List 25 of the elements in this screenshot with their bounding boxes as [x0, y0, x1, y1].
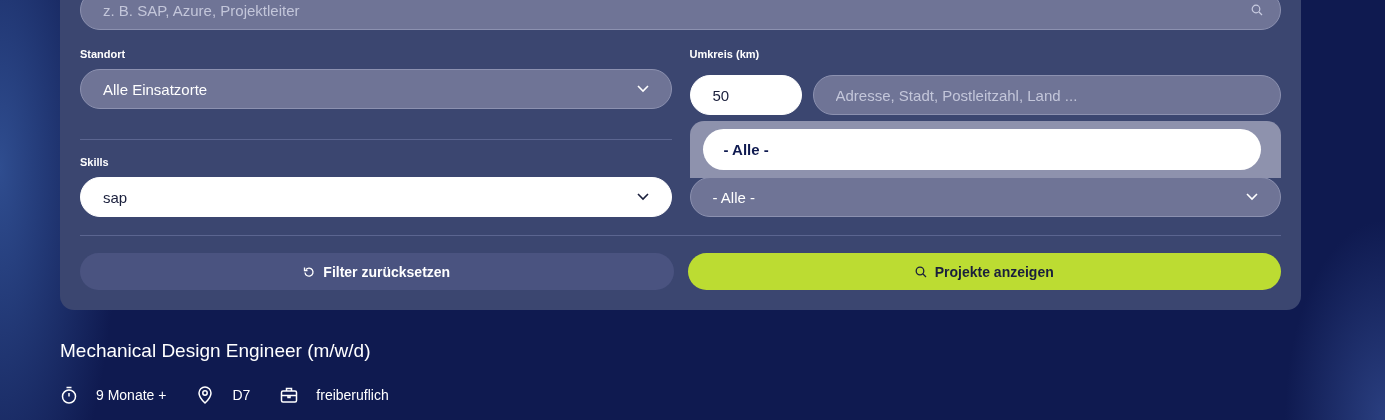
- chevron-icon: [1246, 193, 1258, 201]
- location-select[interactable]: Alle Einsatzorte: [80, 69, 672, 109]
- skills-select[interactable]: sap: [80, 177, 672, 217]
- address-input[interactable]: Adresse, Stadt, Postleitzahl, Land ...: [812, 75, 1281, 115]
- job-title[interactable]: Mechanical Design Engineer (m/w/d): [60, 340, 1301, 362]
- chevron-icon: [636, 193, 649, 201]
- reset-icon: [303, 265, 316, 278]
- filter-select[interactable]: - Alle -: [689, 177, 1281, 217]
- radius-input[interactable]: 50: [689, 75, 802, 115]
- stopwatch-icon: [60, 386, 78, 404]
- briefcase-icon: [280, 386, 299, 404]
- chevron-icon: [636, 85, 649, 93]
- dropdown-option[interactable]: - Alle -: [702, 129, 1261, 170]
- search-icon: [914, 265, 927, 278]
- search-icon: [1251, 4, 1263, 16]
- map-pin-icon: [196, 386, 215, 404]
- field-label: Standort: [80, 48, 127, 60]
- show-projects-button[interactable]: Projekte anzeigen: [687, 253, 1281, 290]
- field-label: Skills: [80, 156, 110, 168]
- reset-filter-button[interactable]: Filter zurücksetzen: [80, 253, 674, 290]
- search-field[interactable]: z. B. SAP, Azure, Projektleiter: [80, 0, 1281, 30]
- job-meta-text: D7: [232, 387, 251, 403]
- field-label: Umkreis (km): [689, 48, 761, 60]
- job-meta-text: freiberuflich: [316, 387, 389, 403]
- job-meta-text: 9 Monate +: [96, 387, 167, 403]
